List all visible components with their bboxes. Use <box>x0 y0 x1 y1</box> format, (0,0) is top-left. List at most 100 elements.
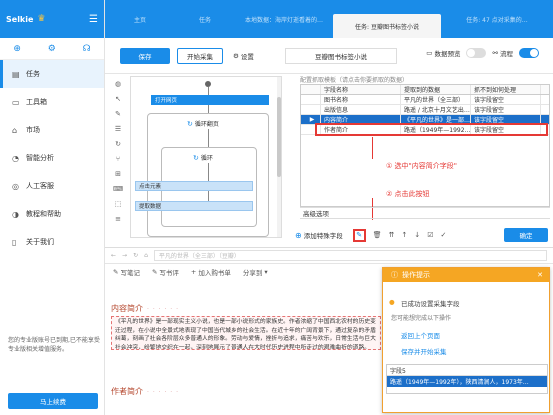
extract-icon[interactable]: ⊞ <box>115 170 121 178</box>
mouse-icon[interactable]: ⬚ <box>115 200 122 208</box>
sidebar-item-task[interactable]: ▤ 任务 <box>0 60 104 88</box>
sidebar-item-about[interactable]: ▯ 关于我们 <box>0 228 104 256</box>
field-value: 平凡的世界（全三部） <box>401 95 471 104</box>
cursor-icon[interactable]: ↖ <box>115 95 121 103</box>
field-value: 路遥 / 北京十月文艺出… <box>401 105 471 114</box>
list-icon[interactable]: ☰ <box>115 125 121 133</box>
sidebar-item-service[interactable]: ◎ 人工客服 <box>0 172 104 200</box>
move-down-icon[interactable]: ↓ <box>414 231 420 239</box>
intro-heading: 内容简介 · · · · · · <box>111 303 179 314</box>
flow-label-text: 循环 <box>200 155 213 162</box>
code-icon[interactable]: ≡ <box>115 215 121 223</box>
tab-bar: 主页 任务 本地数据：海岸灯逝看着的… 任务: 豆瓣图书标签小说 任务: 47 … <box>105 0 553 38</box>
save-and-start-link[interactable]: 保存并开始采集 <box>401 346 447 356</box>
flow-loop-label: ↻ 循环 <box>193 153 213 163</box>
close-icon[interactable]: ✕ <box>537 271 543 279</box>
task-name-field[interactable]: 豆瓣图书标签小说 <box>285 48 397 64</box>
field-handling[interactable]: 该字段留空 <box>471 95 541 104</box>
upgrade-button[interactable]: 马上续费 <box>8 393 98 409</box>
sidebar-item-label: 教程和帮助 <box>26 210 61 218</box>
sidebar-item-analysis[interactable]: ◔ 智能分析 <box>0 144 104 172</box>
write-note-link[interactable]: ✎ 写笔记 <box>113 267 140 277</box>
data-preview-label: 数据预览 <box>434 50 461 58</box>
go-back-link[interactable]: 返回上个页面 <box>401 330 440 340</box>
back-icon[interactable]: ← <box>111 252 116 259</box>
flow-icon: ⚯ <box>492 49 498 57</box>
table-header-cell: 抓不到如何处理 <box>471 85 541 94</box>
move-up-icon[interactable]: ↑ <box>401 231 407 239</box>
share-link[interactable]: 分享到 ▾ <box>243 267 268 277</box>
info-icon: ⓘ <box>391 271 398 279</box>
sidebar-item-market[interactable]: ⌂ 市场 <box>0 116 104 144</box>
edit-icon[interactable]: ✎ <box>115 110 121 118</box>
custom-field-icon[interactable]: ✎ <box>352 228 366 242</box>
table-row[interactable]: 出版信息 路遥 / 北京十月文艺出… 该字段留空 <box>301 105 549 115</box>
table-header: 字段名称 提取到的数据 抓不到如何处理 <box>301 85 549 95</box>
sidebar-item-help[interactable]: ◑ 教程和帮助 <box>0 200 104 228</box>
edit-field-icon[interactable]: ☑ <box>427 231 433 239</box>
tab-home[interactable]: 主页 <box>105 0 175 38</box>
sidebar-item-label: 智能分析 <box>26 154 54 162</box>
gear-icon: ⚙ <box>233 51 239 60</box>
gear-icon[interactable]: ⚙ <box>48 44 56 54</box>
flow-open-page[interactable]: 打开网页 <box>151 95 269 105</box>
sidebar-item-label: 任务 <box>26 70 40 78</box>
branch-icon[interactable]: ⑂ <box>116 155 120 163</box>
field-preview-value: 路遥（1949年—1992年），陕西清涧人，1973年… <box>387 376 547 387</box>
plus-icon[interactable]: ⊕ <box>13 44 21 54</box>
url-input[interactable]: 平凡的世界（全三部）（豆瓣） <box>153 250 547 261</box>
operation-tip-panel: ⓘ 操作提示 ✕ ● 已成功设置采集字段 您可能想完成以下操作 返回上个页面 保… <box>382 267 550 413</box>
add-special-field-label: 添加特殊字段 <box>303 232 343 240</box>
check-icon[interactable]: ✓ <box>441 231 447 239</box>
crown-icon: ♛ <box>37 14 46 24</box>
document-icon: ▤ <box>12 69 20 79</box>
loop-icon[interactable]: ↻ <box>115 140 121 148</box>
settings-button[interactable]: ⚙ 设置 <box>233 51 254 61</box>
tab-douban-novel[interactable]: 任务: 豆瓣图书标签小说 <box>333 14 441 38</box>
tip-success: 已成功设置采集字段 <box>401 300 460 308</box>
write-review-link[interactable]: ✎ 写书评 <box>152 267 179 277</box>
tab-other-task[interactable]: 任务: 47 点对采集的… <box>441 0 553 38</box>
tab-local-data[interactable]: 本地数据：海岸灯逝看着的… <box>235 0 333 38</box>
flow-label: 流程 <box>500 50 513 58</box>
selected-row-highlight <box>315 123 548 136</box>
forward-icon[interactable]: → <box>122 252 127 259</box>
headset-icon[interactable]: ☊ <box>83 44 91 54</box>
author-heading-text: 作者简介 <box>111 387 143 396</box>
data-preview-toggle[interactable] <box>466 48 487 58</box>
start-collect-button[interactable]: 开始采集 <box>177 47 223 64</box>
annotation-step-1: ① 选中"内容简介字段" <box>386 162 457 170</box>
tab-task[interactable]: 任务 <box>175 0 235 38</box>
flow-connector <box>208 191 209 201</box>
tip-title: 操作提示 <box>402 271 430 279</box>
flow-extract-data[interactable]: 提取数据 <box>135 201 253 211</box>
add-special-field-button[interactable]: ⊕ 添加特殊字段 <box>295 230 343 241</box>
confirm-button[interactable]: 确定 <box>504 228 548 242</box>
field-handling[interactable]: 该字段留空 <box>471 105 541 114</box>
keyboard-icon[interactable]: ⌨ <box>113 185 123 193</box>
home-icon[interactable]: ⌂ <box>144 252 148 259</box>
flow-pagination-loop-label: ↻ 循环翻页 <box>187 119 219 129</box>
flow-click-element[interactable]: 点击元素 <box>135 181 253 191</box>
hamburger-icon[interactable]: ☰ <box>89 14 98 25</box>
table-row[interactable]: 图书名称 平凡的世界（全三部） 该字段留空 <box>301 95 549 105</box>
flow-toggle[interactable] <box>519 48 539 58</box>
monitor-icon: ▭ <box>426 49 433 57</box>
intro-text[interactable]: 《平凡的世界》是一部现实主义小说，也是一部小说形式的家族史。作者浓缩了中国西北农… <box>111 316 381 350</box>
save-button[interactable]: 保存 <box>120 47 170 64</box>
tip-header: ⓘ 操作提示 ✕ <box>383 268 549 282</box>
author-heading: 作者简介 · · · · · · <box>111 386 179 397</box>
delete-icon[interactable]: 🗑 <box>373 231 382 239</box>
move-top-icon[interactable]: ⇈ <box>389 231 395 239</box>
refresh-icon[interactable]: ↻ <box>133 252 138 259</box>
sidebar-item-toolbox[interactable]: ▭ 工具箱 <box>0 88 104 116</box>
add-booklist-link[interactable]: + 加入购书单 <box>191 267 231 277</box>
heading-dash: · · · · · · <box>147 389 179 396</box>
table-header-cell: 字段名称 <box>321 85 401 94</box>
annotation-step-2: ② 点击此按钮 <box>386 190 430 198</box>
advanced-options[interactable]: 高级选项 <box>300 207 550 219</box>
flow-scroll-thumb[interactable] <box>277 97 281 177</box>
chevron-down-icon: ▾ <box>264 268 268 276</box>
globe-icon[interactable]: ◍ <box>115 80 121 88</box>
table-header-cell: 提取到的数据 <box>401 85 471 94</box>
